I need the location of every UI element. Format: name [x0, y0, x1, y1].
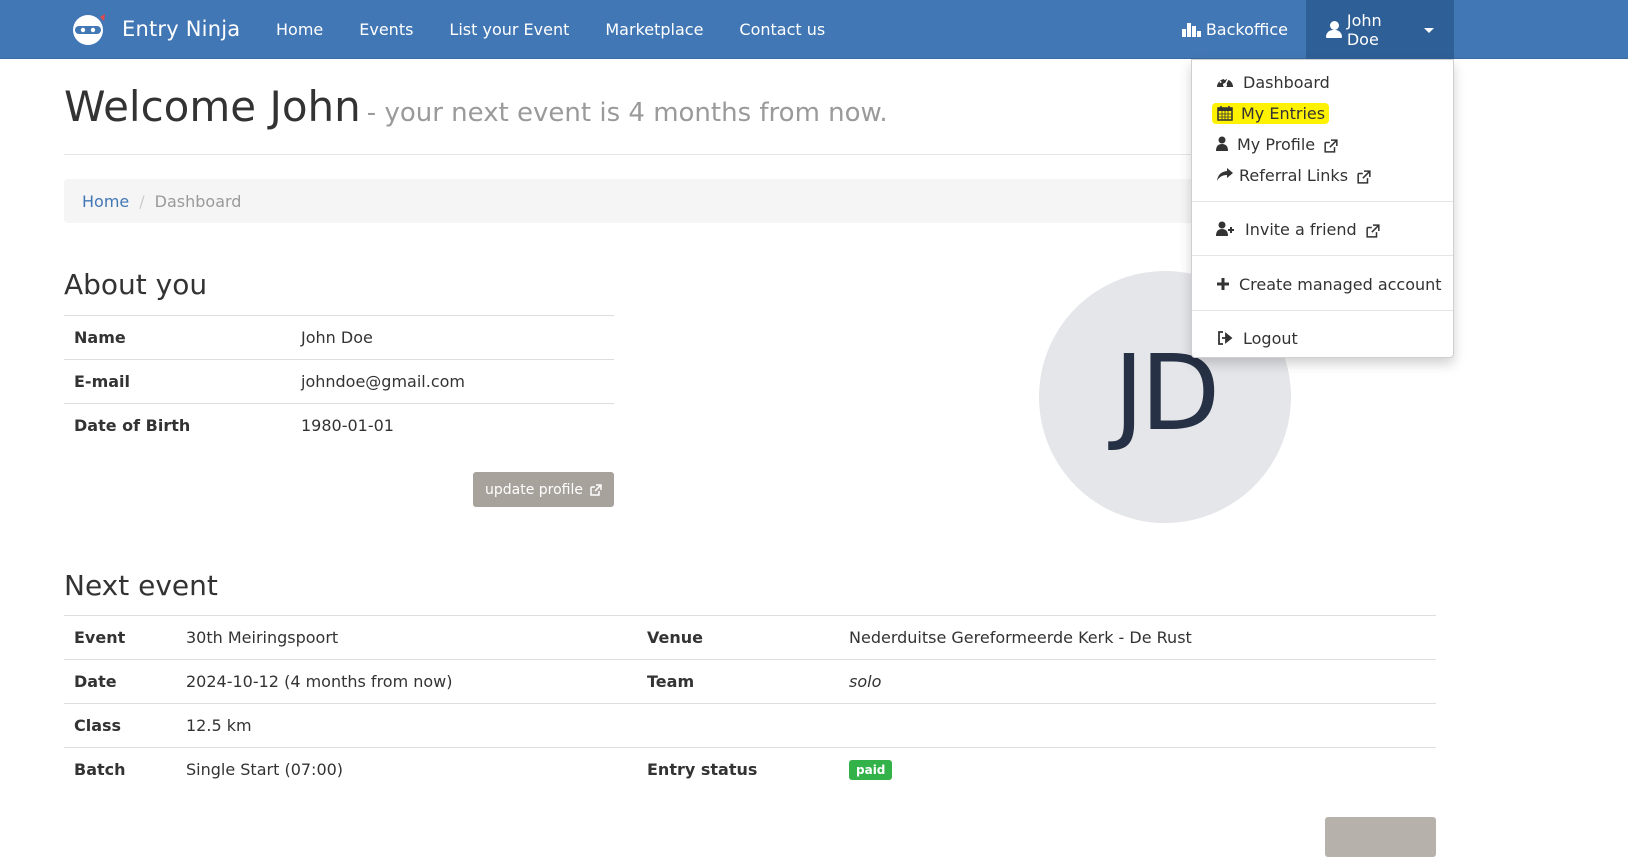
next-event-title: Next event: [64, 569, 218, 602]
backoffice-label: Backoffice: [1205, 20, 1288, 39]
page-subtitle: - your next event is 4 months from now.: [366, 98, 888, 128]
menu-item-logout[interactable]: Logout: [1192, 324, 1453, 352]
name-value: John Doe: [291, 315, 614, 360]
breadcrumb-home[interactable]: Home: [82, 192, 129, 211]
user-menu-toggle[interactable]: John Doe: [1306, 0, 1454, 59]
table-row: Batch Single Start (07:00) Entry status …: [64, 747, 1436, 792]
bar-chart-icon: [1181, 22, 1202, 37]
dob-value: 1980-01-01: [291, 403, 614, 448]
next-event-table: Event 30th Meiringspoort Venue Nederduit…: [64, 615, 1436, 792]
dashboard-icon: [1216, 73, 1234, 91]
entry-status-label: Entry status: [637, 747, 839, 792]
breadcrumb-separator: /: [139, 191, 145, 211]
menu-item-create-managed-account[interactable]: Create managed account: [1192, 270, 1453, 298]
venue-value: Nederduitse Gereformeerde Kerk - De Rust: [839, 615, 1436, 660]
external-link-icon: [1324, 138, 1338, 153]
menu-item-my-profile[interactable]: My Profile: [1192, 130, 1453, 158]
class-label: Class: [64, 703, 176, 748]
event-label: Event: [64, 615, 176, 660]
page-title: Welcome John: [64, 82, 361, 131]
team-value: solo: [839, 659, 1436, 704]
menu-item-label: Dashboard: [1243, 72, 1330, 92]
status-badge: paid: [849, 760, 893, 781]
user-icon: [1216, 135, 1228, 153]
menu-item-dashboard[interactable]: Dashboard: [1192, 68, 1453, 96]
external-link-icon: [590, 483, 602, 496]
venue-label: Venue: [637, 615, 839, 660]
calendar-icon: [1216, 104, 1234, 122]
empty-cell: [839, 703, 1436, 748]
nav-contact-us[interactable]: Contact us: [721, 0, 843, 59]
ninja-logo-icon: [72, 11, 108, 47]
table-row: Event 30th Meiringspoort Venue Nederduit…: [64, 615, 1436, 660]
about-title: About you: [64, 268, 208, 301]
menu-item-referral-links[interactable]: Referral Links: [1192, 161, 1453, 189]
brand-name: Entry Ninja: [122, 17, 241, 41]
menu-item-label: Referral Links: [1239, 165, 1349, 185]
plus-icon: [1216, 275, 1230, 293]
event-value: 30th Meiringspoort: [176, 615, 637, 660]
table-row: Name John Doe: [64, 315, 614, 360]
user-name: John Doe: [1346, 10, 1382, 49]
table-row: Date of Birth 1980-01-01: [64, 403, 614, 448]
breadcrumb-current: Dashboard: [154, 191, 242, 211]
external-link-icon: [1366, 223, 1380, 238]
caret-down-icon: [1424, 28, 1434, 33]
menu-divider: [1192, 310, 1453, 311]
nav-events[interactable]: Events: [341, 0, 431, 59]
date-value: 2024-10-12 (4 months from now): [176, 659, 637, 704]
highlight-marker: My Entries: [1212, 102, 1330, 124]
date-label: Date: [64, 659, 176, 704]
nav-home[interactable]: Home: [258, 0, 341, 59]
menu-item-label: Logout: [1243, 328, 1298, 348]
menu-divider: [1192, 201, 1453, 202]
user-dropdown-menu: Dashboard My Entries My Profile Referral…: [1191, 59, 1454, 358]
event-action-button[interactable]: [1325, 817, 1436, 857]
menu-item-label: My Entries: [1241, 103, 1326, 123]
menu-item-label: My Profile: [1237, 134, 1316, 154]
menu-divider: [1192, 255, 1453, 256]
share-arrow-icon: [1216, 166, 1234, 184]
user-icon: [1326, 20, 1342, 39]
table-row: E-mail johndoe@gmail.com: [64, 359, 614, 404]
table-row: Date 2024-10-12 (4 months from now) Team…: [64, 659, 1436, 704]
menu-item-invite-friend[interactable]: Invite a friend: [1192, 215, 1453, 243]
nav-right: Backoffice John Doe: [1164, 0, 1454, 59]
class-value: 12.5 km: [176, 703, 637, 748]
sign-out-icon: [1216, 329, 1234, 347]
external-link-icon: [1357, 169, 1371, 184]
menu-item-label: Invite a friend: [1245, 219, 1357, 239]
update-profile-label: update profile: [485, 481, 583, 498]
email-value: johndoe@gmail.com: [291, 359, 614, 404]
top-navbar: Entry Ninja Home Events List your Event …: [0, 0, 1628, 59]
name-label: Name: [64, 315, 291, 360]
brand[interactable]: Entry Ninja: [72, 10, 240, 48]
entry-status-cell: paid: [839, 747, 1436, 792]
about-table: Name John Doe E-mail johndoe@gmail.com D…: [64, 315, 614, 448]
email-label: E-mail: [64, 359, 291, 404]
batch-label: Batch: [64, 747, 176, 792]
batch-value: Single Start (07:00): [176, 747, 637, 792]
page-header: Welcome John - your next event is 4 month…: [64, 82, 888, 131]
backoffice-link[interactable]: Backoffice: [1164, 0, 1306, 59]
menu-item-my-entries[interactable]: My Entries: [1192, 99, 1453, 127]
table-row: Class 12.5 km: [64, 703, 1436, 748]
dob-label: Date of Birth: [64, 403, 291, 448]
update-profile-button[interactable]: update profile: [473, 472, 614, 507]
empty-cell: [637, 703, 839, 748]
team-label: Team: [637, 659, 839, 704]
nav-marketplace[interactable]: Marketplace: [587, 0, 721, 59]
main-nav: Home Events List your Event Marketplace …: [258, 0, 843, 59]
user-plus-icon: [1216, 220, 1236, 238]
menu-item-label: Create managed account: [1239, 274, 1442, 294]
nav-list-your-event[interactable]: List your Event: [431, 0, 587, 59]
